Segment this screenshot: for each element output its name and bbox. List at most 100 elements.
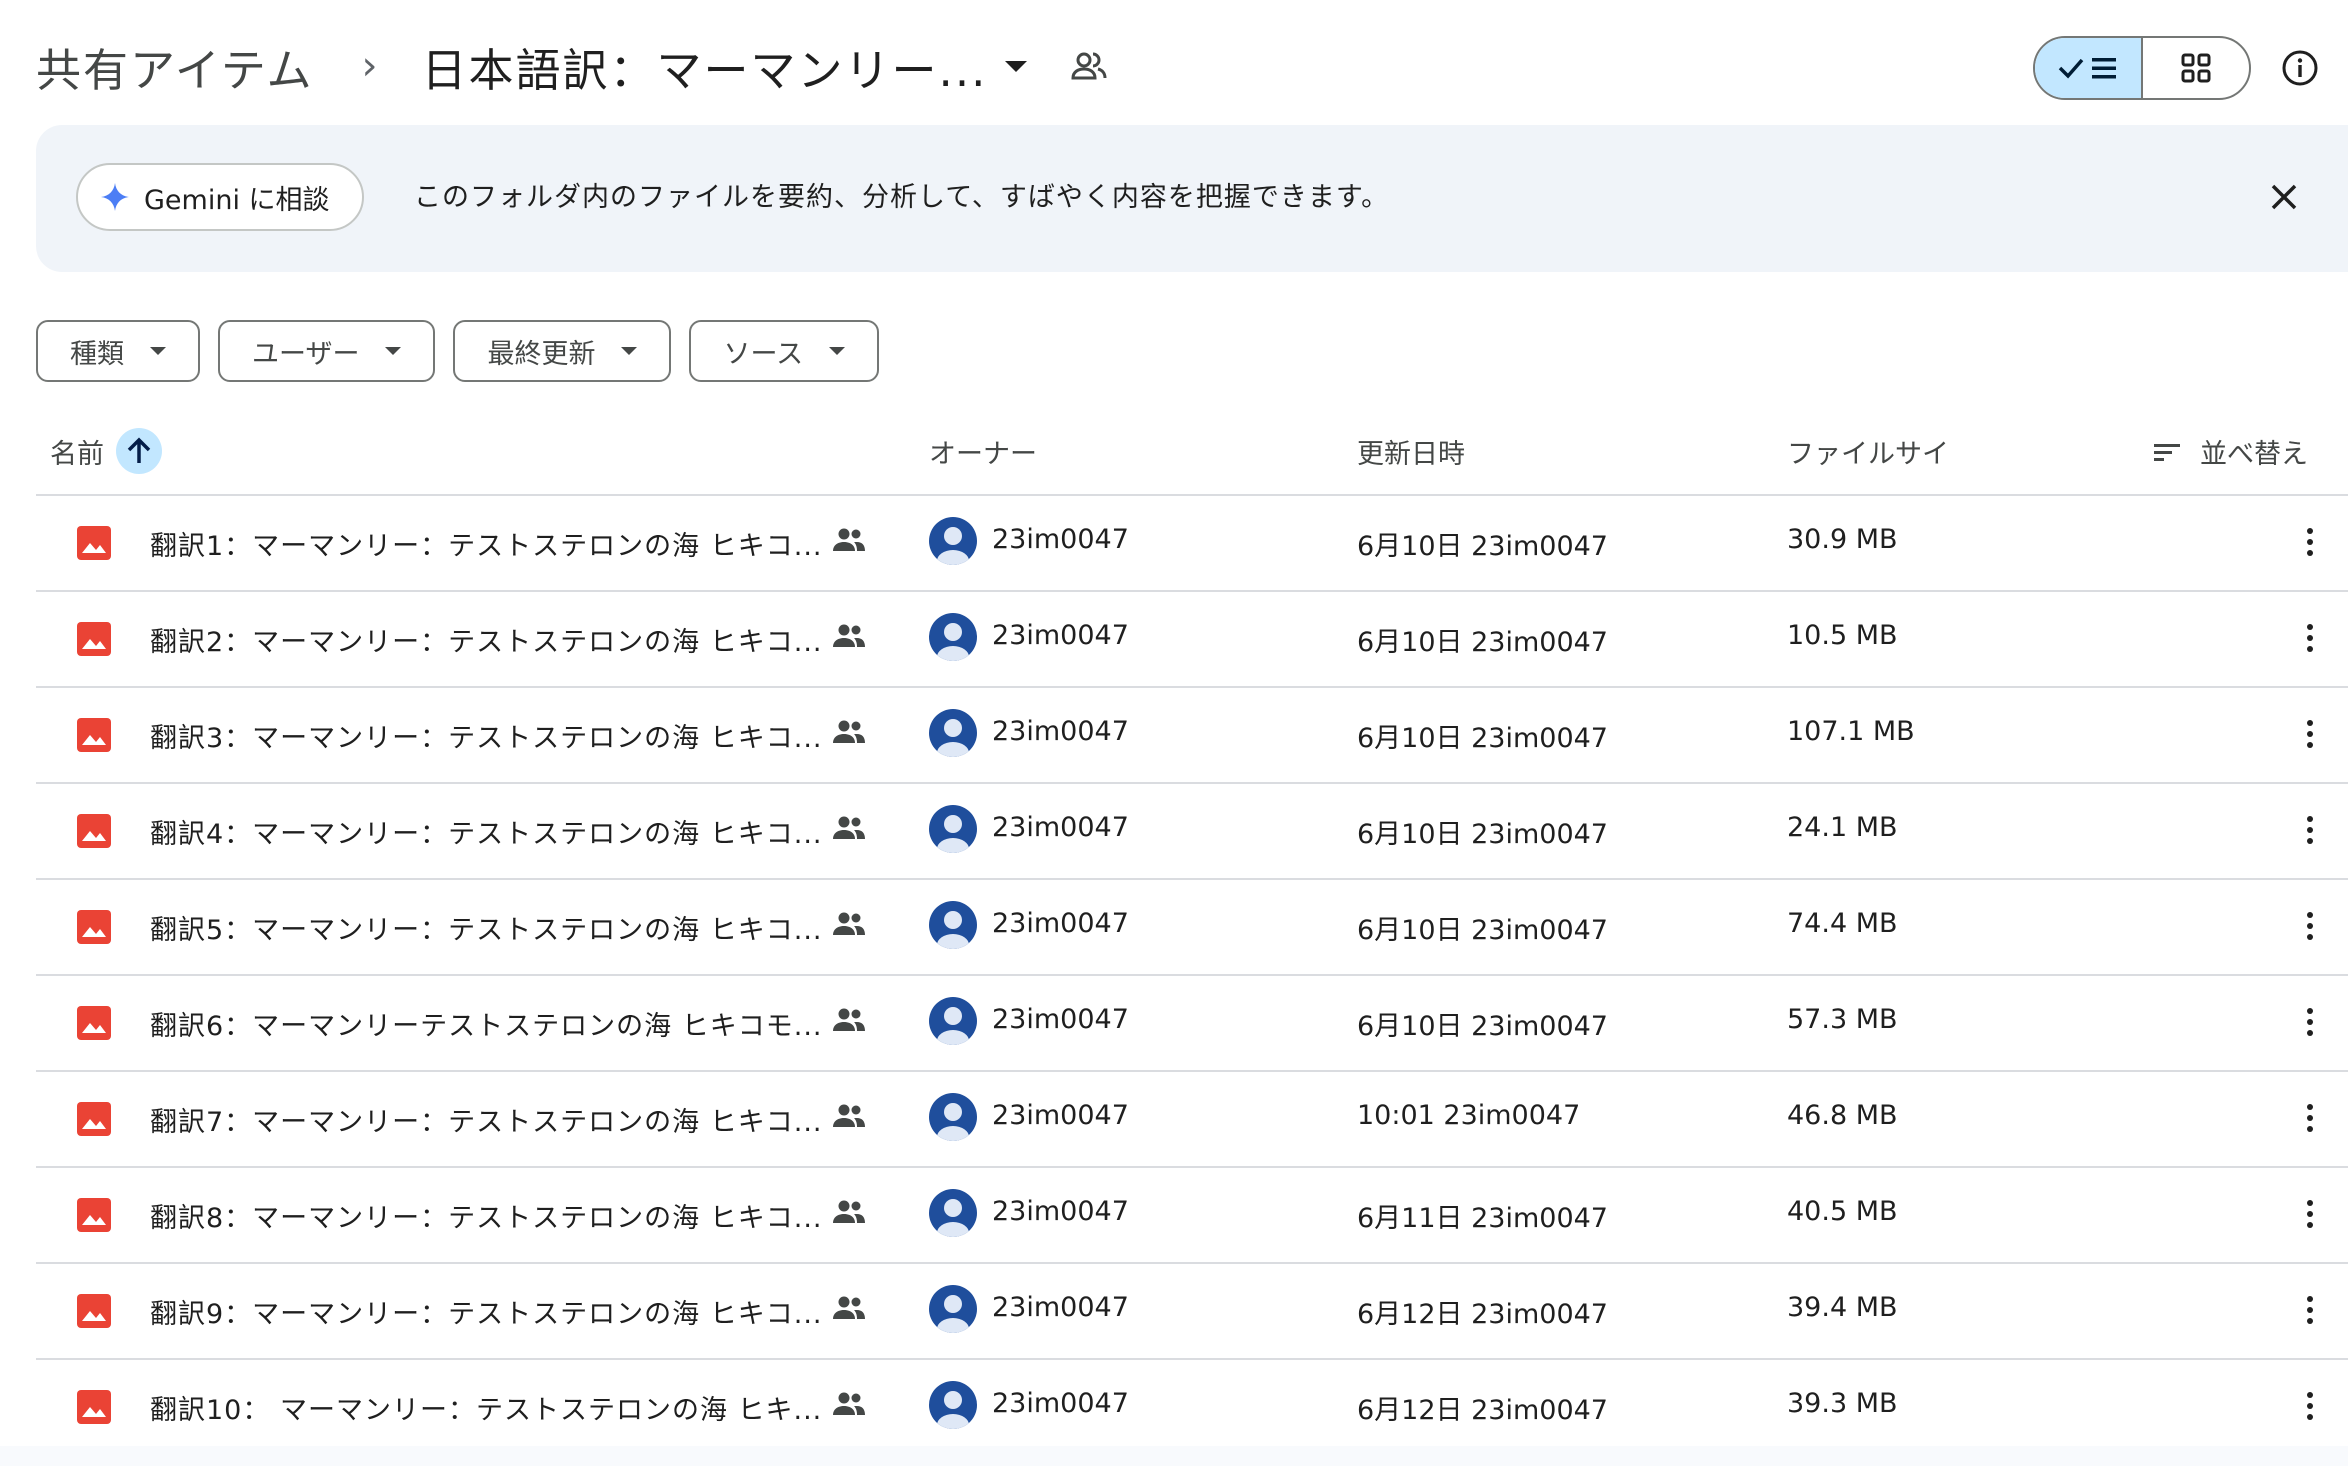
sort-lines-icon [2154, 443, 2180, 461]
file-size: 39.4 MB [1787, 1292, 1898, 1323]
modified-date: 6月12日 23im0047 [1357, 1299, 1608, 1330]
column-modified-header[interactable]: 更新日時 [1357, 432, 1465, 471]
owner-name: 23im0047 [992, 620, 1129, 651]
modified-date: 6月10日 23im0047 [1357, 531, 1608, 562]
more-options-icon[interactable] [2290, 906, 2330, 946]
close-icon[interactable] [2264, 177, 2304, 217]
list-view-button[interactable] [2035, 38, 2143, 98]
modified-date: 6月12日 23im0047 [1357, 1395, 1608, 1426]
more-options-icon[interactable] [2290, 1098, 2330, 1138]
more-options-icon[interactable] [2290, 1194, 2330, 1234]
breadcrumb-current-folder[interactable]: 日本語訳：マーマンリー... [422, 34, 988, 99]
shared-people-icon [832, 1007, 866, 1040]
more-options-icon[interactable] [2290, 714, 2330, 754]
image-file-icon [77, 910, 111, 951]
avatar [929, 901, 977, 949]
breadcrumb: 共有アイテム › 日本語訳：マーマンリー... [36, 30, 2308, 102]
avatar [929, 1093, 977, 1141]
table-row[interactable]: 翻訳7：マーマンリー：テストステロンの海 ヒキコ... 23im0047 10:… [36, 1072, 2348, 1168]
file-list: 名前 オーナー 更新日時 ファイルサイ 並べ替え 翻訳1：マーマンリー：テストス… [36, 410, 2348, 1456]
file-name: 翻訳10： マーマンリー：テストステロンの海 ヒキ... [150, 1395, 823, 1426]
shared-people-icon [832, 719, 866, 752]
folder-menu-caret-icon[interactable] [1005, 60, 1028, 72]
image-file-icon [77, 1102, 111, 1143]
avatar [929, 1285, 977, 1333]
filter-source-chip[interactable]: ソース [689, 320, 880, 382]
breadcrumb-separator: › [361, 43, 378, 89]
table-row[interactable]: 翻訳4：マーマンリー：テストステロンの海 ヒキコ... 23im0047 6月1… [36, 784, 2348, 880]
column-owner-header[interactable]: オーナー [929, 432, 1037, 471]
file-size: 57.3 MB [1787, 1004, 1898, 1035]
more-options-icon[interactable] [2290, 618, 2330, 658]
owner-name: 23im0047 [992, 1004, 1129, 1035]
more-options-icon[interactable] [2290, 810, 2330, 850]
shared-people-icon [832, 527, 866, 560]
file-size: 39.3 MB [1787, 1388, 1898, 1419]
owner-name: 23im0047 [992, 524, 1129, 555]
breadcrumb-shared-items[interactable]: 共有アイテム [36, 34, 314, 99]
file-name: 翻訳7：マーマンリー：テストステロンの海 ヒキコ... [150, 1107, 823, 1138]
file-size: 40.5 MB [1787, 1196, 1898, 1227]
modified-date: 6月10日 23im0047 [1357, 915, 1608, 946]
gemini-sparkle-icon [101, 183, 129, 211]
file-size: 24.1 MB [1787, 812, 1898, 843]
shared-people-icon [832, 1295, 866, 1328]
shared-people-icon [832, 623, 866, 656]
shared-people-icon [832, 1103, 866, 1136]
file-name: 翻訳6：マーマンリーテストステロンの海 ヒキコモ... [150, 1011, 823, 1042]
table-row[interactable]: 翻訳8：マーマンリー：テストステロンの海 ヒキコ... 23im0047 6月1… [36, 1168, 2348, 1264]
more-options-icon[interactable] [2290, 1002, 2330, 1042]
table-row[interactable]: 翻訳5：マーマンリー：テストステロンの海 ヒキコ... 23im0047 6月1… [36, 880, 2348, 976]
modified-date: 6月10日 23im0047 [1357, 1011, 1608, 1042]
table-row[interactable]: 翻訳2：マーマンリー：テストステロンの海 ヒキコ... 23im0047 6月1… [36, 592, 2348, 688]
avatar [929, 1189, 977, 1237]
avatar [929, 997, 977, 1045]
sort-options-button[interactable]: 並べ替え [2152, 432, 2308, 471]
file-name: 翻訳8：マーマンリー：テストステロンの海 ヒキコ... [150, 1203, 823, 1234]
modified-date: 6月11日 23im0047 [1357, 1203, 1608, 1234]
table-row[interactable]: 翻訳10： マーマンリー：テストステロンの海 ヒキ... 23im0047 6月… [36, 1360, 2348, 1456]
file-name: 翻訳9：マーマンリー：テストステロンの海 ヒキコ... [150, 1299, 823, 1330]
more-options-icon[interactable] [2290, 1290, 2330, 1330]
info-icon[interactable] [2280, 48, 2320, 88]
file-size: 107.1 MB [1787, 716, 1915, 747]
table-row[interactable]: 翻訳1：マーマンリー：テストステロンの海 ヒキコ... 23im0047 6月1… [36, 496, 2348, 592]
file-name: 翻訳3：マーマンリー：テストステロンの海 ヒキコ... [150, 723, 823, 754]
ask-gemini-button[interactable]: Gemini に相談 [76, 163, 364, 231]
more-options-icon[interactable] [2290, 1386, 2330, 1426]
avatar [929, 709, 977, 757]
owner-name: 23im0047 [992, 1100, 1129, 1131]
owner-name: 23im0047 [992, 1292, 1129, 1323]
modified-date: 6月10日 23im0047 [1357, 723, 1608, 754]
image-file-icon [77, 1390, 111, 1431]
table-row[interactable]: 翻訳3：マーマンリー：テストステロンの海 ヒキコ... 23im0047 6月1… [36, 688, 2348, 784]
bottom-edge [0, 1446, 2348, 1466]
file-size: 10.5 MB [1787, 620, 1898, 651]
filter-bar: 種類 ユーザー 最終更新 ソース [36, 320, 880, 382]
modified-date: 10:01 23im0047 [1357, 1100, 1581, 1131]
table-row[interactable]: 翻訳6：マーマンリーテストステロンの海 ヒキコモ... 23im0047 6月1… [36, 976, 2348, 1072]
banner-description: このフォルダ内のファイルを要約、分析して、すばやく内容を把握できます。 [414, 182, 1390, 213]
filter-user-chip[interactable]: ユーザー [218, 320, 436, 382]
filter-type-chip[interactable]: 種類 [36, 320, 200, 382]
avatar [929, 613, 977, 661]
sort-ascending-arrow-icon[interactable] [116, 428, 162, 474]
owner-name: 23im0047 [992, 908, 1129, 939]
image-file-icon [77, 1294, 111, 1335]
image-file-icon [77, 526, 111, 567]
image-file-icon [77, 622, 111, 663]
image-file-icon [77, 814, 111, 855]
avatar [929, 805, 977, 853]
column-name-header[interactable]: 名前 [50, 428, 162, 474]
filter-modified-chip[interactable]: 最終更新 [453, 320, 672, 382]
table-row[interactable]: 翻訳9：マーマンリー：テストステロンの海 ヒキコ... 23im0047 6月1… [36, 1264, 2348, 1360]
image-file-icon [77, 1006, 111, 1047]
column-size-header[interactable]: ファイルサイ [1787, 432, 1949, 471]
grid-view-button[interactable] [2143, 38, 2249, 98]
owner-name: 23im0047 [992, 1388, 1129, 1419]
file-name: 翻訳1：マーマンリー：テストステロンの海 ヒキコ... [150, 531, 823, 562]
shared-people-icon [832, 1391, 866, 1424]
file-name: 翻訳5：マーマンリー：テストステロンの海 ヒキコ... [150, 915, 823, 946]
shared-folder-people-icon[interactable] [1071, 51, 1107, 81]
more-options-icon[interactable] [2290, 522, 2330, 562]
